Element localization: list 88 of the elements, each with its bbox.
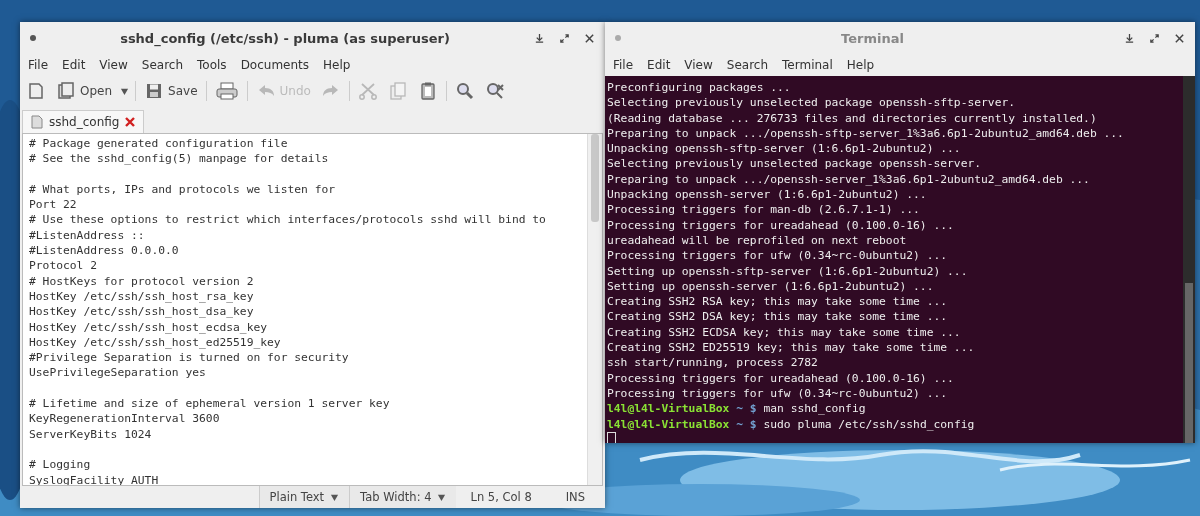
window-title: Terminal: [840, 30, 905, 46]
close-icon[interactable]: [1174, 32, 1185, 44]
terminal-line: (Reading database ... 276733 files and directories currently installed.): [607, 110, 1098, 126]
prompt-user: l4l@l4l-VirtualBox: [607, 402, 730, 416]
document-icon: [31, 115, 43, 129]
printer-icon[interactable]: [214, 81, 239, 101]
close-tab-icon[interactable]: [125, 117, 136, 127]
minimize-icon[interactable]: [534, 32, 545, 44]
terminal-line: ureadahead will be reprofiled on next reboot: [607, 232, 908, 249]
minimize-icon[interactable]: [1124, 32, 1135, 44]
terminal-line: Preconfiguring packages ...: [607, 80, 792, 96]
code-line: Protocol 2: [29, 258, 98, 274]
prompt-path: ~ $: [736, 402, 757, 416]
code-line: HostKey /etc/ssh/ssh_host_ed25519_key: [29, 334, 282, 351]
menu-item[interactable]: Documents: [234, 56, 316, 74]
terminal-line: Processing triggers for ufw (0.34~rc-0ubuntu2) ...: [607, 385, 949, 402]
menu-item[interactable]: File: [22, 56, 55, 74]
maximize-icon[interactable]: [559, 32, 570, 44]
terminal-line: Creating SSH2 RSA key; this may take some time ...: [607, 294, 949, 310]
terminal-line: Creating SSH2 ED25519 key; this may take some time ...: [607, 340, 976, 356]
menu-item[interactable]: Search: [135, 56, 190, 74]
folder-icon[interactable]: [56, 81, 76, 101]
menu-item[interactable]: Edit: [56, 56, 92, 74]
find-replace-icon[interactable]: [484, 81, 505, 101]
scrollbar[interactable]: [1183, 76, 1195, 443]
menu-item[interactable]: Tools: [191, 56, 233, 74]
terminal-command: sudo pluma /etc/ssh/sshd_config: [763, 417, 975, 431]
language-dropdown[interactable]: Plain Text: [258, 486, 350, 508]
code-line: HostKey /etc/ssh/ssh_host_rsa_key: [29, 288, 255, 305]
code-line: # Lifetime and size of ephemeral version 1 server key: [29, 396, 391, 412]
scrollbar[interactable]: [587, 134, 602, 485]
code-line: UsePrivilegeSeparation yes: [29, 365, 207, 381]
terminal-line: Setting up openssh-sftp-server (1:6.6p1-2ubuntu2) ...: [607, 263, 969, 279]
window-menu-icon[interactable]: [30, 35, 36, 41]
dropdown-caret-icon[interactable]: [437, 492, 447, 502]
code-line: # What ports, IPs and protocols we listen for: [29, 181, 337, 198]
code-line: # Logging: [29, 457, 92, 473]
terminal-command: man sshd_config: [763, 402, 866, 416]
terminal-line: Creating SSH2 ECDSA key; this may take some time ...: [607, 324, 962, 341]
prompt-path: ~ $: [736, 417, 757, 431]
maximize-icon[interactable]: [1149, 32, 1160, 44]
save-button[interactable]: Save: [142, 80, 200, 102]
menu-item[interactable]: Search: [720, 56, 775, 74]
code-line: # Package generated configuration file: [29, 136, 289, 152]
code-line: # See the sshd_config(5) manpage for details: [29, 151, 330, 167]
dropdown-caret-icon[interactable]: [330, 492, 340, 502]
terminal-line: Selecting previously unselected package openssh-sftp-server.: [607, 95, 1017, 111]
document-tab[interactable]: sshd_config: [22, 110, 145, 133]
open-button[interactable]: Open: [54, 80, 115, 102]
code-line: KeyRegenerationInterval 3600: [29, 411, 221, 427]
window-title: sshd_config (/etc/ssh) - pluma (as superuser): [119, 30, 451, 46]
insert-mode: INS: [564, 489, 586, 506]
code-line: #ListenAddress ::: [29, 227, 146, 244]
search-icon[interactable]: [454, 81, 475, 101]
menu-item[interactable]: View: [93, 56, 134, 74]
code-line: HostKey /etc/ssh/ssh_host_ecdsa_key: [29, 319, 269, 335]
close-icon[interactable]: [584, 32, 595, 44]
terminal-line: Creating SSH2 DSA key; this may take some time ...: [607, 309, 949, 325]
terminal-line: Processing triggers for ureadahead (0.100.0-16) ...: [607, 370, 955, 386]
terminal-line: Unpacking openssh-sftp-server (1:6.6p1-2ubuntu2) ...: [607, 141, 962, 157]
menu-item[interactable]: View: [678, 56, 719, 74]
terminal-line: Processing triggers for ureadahead (0.100.0-16) ...: [607, 217, 955, 233]
tab-width-dropdown[interactable]: Tab Width: 4: [349, 486, 457, 508]
menu-item[interactable]: Edit: [641, 56, 677, 74]
terminal-line: Preparing to unpack .../openssh-sftp-server_1%3a6.6p1-2ubuntu2_amd64.deb ...: [607, 125, 1125, 142]
terminal-line: Preparing to unpack .../openssh-server_1%3a6.6p1-2ubuntu2_amd64.deb ...: [607, 171, 1091, 188]
menu-item[interactable]: Help: [317, 56, 357, 74]
terminal-line: Processing triggers for man-db (2.6.7.1-1) ...: [607, 202, 921, 218]
terminal-line: Selecting previously unselected package openssh-server.: [607, 156, 983, 172]
terminal-line: ssh start/running, process 2782: [607, 355, 819, 371]
menu-item[interactable]: Terminal: [776, 56, 839, 74]
code-line: # Use these options to restrict which interfaces/protocols sshd will bind to: [29, 212, 547, 228]
terminal-line: Setting up openssh-server (1:6.6p1-2ubuntu2) ...: [607, 278, 935, 295]
code-line: #Privilege Separation is turned on for security: [29, 350, 350, 366]
cursor-position: Ln 5, Col 8: [469, 489, 533, 506]
menu-item[interactable]: Help: [840, 56, 881, 74]
text-cursor: [607, 431, 616, 443]
new-document-icon[interactable]: [26, 81, 46, 101]
dropdown-caret-icon[interactable]: [120, 86, 130, 96]
code-line: HostKey /etc/ssh/ssh_host_dsa_key: [29, 304, 255, 320]
code-line: ServerKeyBits 1024: [29, 426, 153, 442]
prompt-user: l4l@l4l-VirtualBox: [607, 417, 730, 431]
code-line: #ListenAddress 0.0.0.0: [29, 243, 180, 259]
terminal-line: Unpacking openssh-server (1:6.6p1-2ubuntu2) ...: [607, 187, 928, 203]
terminal-line: Processing triggers for ufw (0.34~rc-0ubuntu2) ...: [607, 248, 949, 264]
code-line: Port 22: [29, 197, 78, 213]
menu-item[interactable]: File: [607, 56, 640, 74]
code-line: # HostKeys for protocol version 2: [29, 273, 255, 289]
